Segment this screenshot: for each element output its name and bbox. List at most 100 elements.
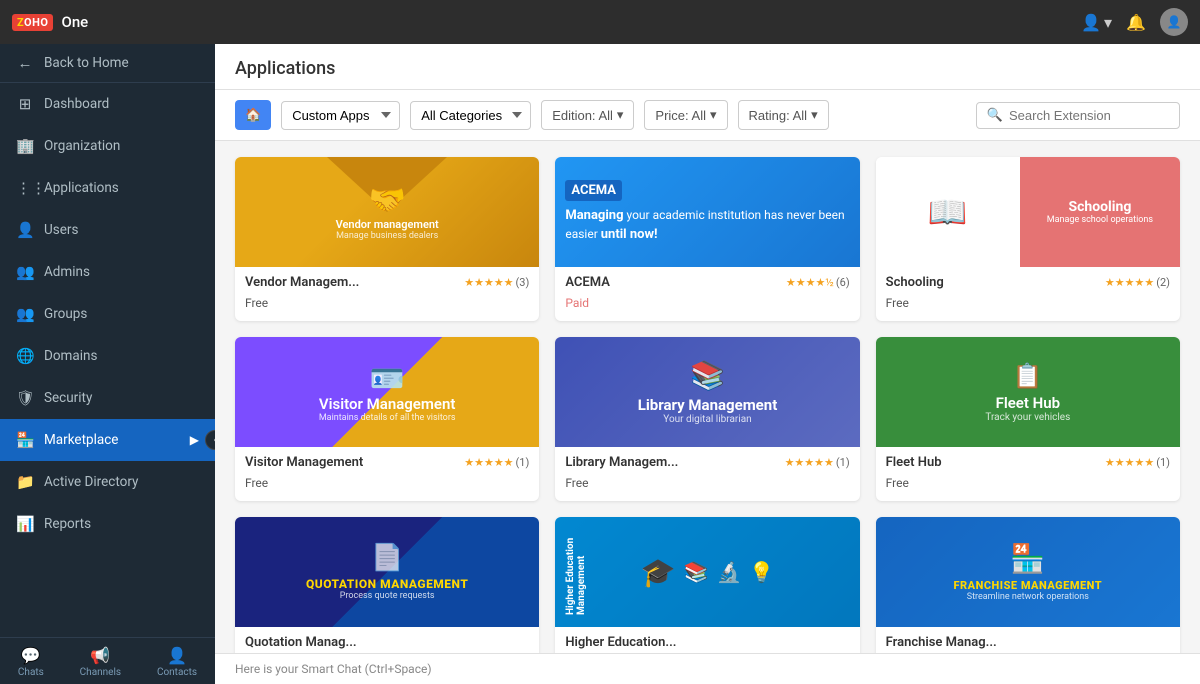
sidebar-item-organization[interactable]: 🏢 Organization [0,125,215,167]
sidebar-item-label: Applications [44,180,199,196]
content-header: Applications [215,44,1200,90]
rating-filter[interactable]: Rating: All ▾ [738,100,829,130]
higher-icon-3: 🔬 [716,560,741,584]
vendor-inner: 🤝 Vendor management Manage business deal… [235,157,539,267]
card-info: Quotation Manag... Free [235,627,539,653]
bell-icon: 🔔 [1126,13,1146,32]
card-title-row: Fleet Hub ★★★★★ (1) [886,455,1170,470]
card-fleet-image: 📋 Fleet Hub Track your vehicles [876,337,1180,447]
cards-grid: 🤝 Vendor management Manage business deal… [235,157,1180,653]
custom-apps-filter[interactable]: Custom Apps [281,101,400,130]
rating-dropdown-icon: ▾ [811,107,818,123]
card-franchise[interactable]: 🏪 FRANCHISE MANAGEMENT Streamline networ… [876,517,1180,653]
directory-icon: 📁 [16,473,34,491]
card-price: Free [886,296,909,310]
avatar[interactable]: 👤 [1160,8,1188,36]
rating-count: (2) [1156,276,1170,289]
sidebar-item-label: Security [44,390,199,406]
rating-count: (1) [836,456,850,469]
card-quotation[interactable]: 📄 QUOTATION MANAGEMENT Process quote req… [235,517,539,653]
card-visitor[interactable]: 🪪 Visitor Management Maintains details o… [235,337,539,501]
sidebar-item-label: Organization [44,138,199,154]
topbar-brand: ZOHO One [12,13,88,31]
sidebar-back[interactable]: ← Back to Home [0,44,215,83]
chats-label: Chats [18,667,44,678]
price-dropdown-icon: ▾ [710,107,717,123]
acema-inner: ACEMA Managing your academic institution… [555,170,859,253]
card-acema[interactable]: ACEMA Managing your academic institution… [555,157,859,321]
sidebar-item-reports[interactable]: 📊 Reports [0,503,215,545]
card-library[interactable]: 📚 Library Management Your digital librar… [555,337,859,501]
book-icon: 📖 [928,193,968,231]
visitor-inner: 🪪 Visitor Management Maintains details o… [235,337,539,447]
user-dropdown[interactable]: 👤 ▾ [1081,13,1112,32]
edition-filter[interactable]: Edition: All ▾ [541,100,634,130]
notification-bell[interactable]: 🔔 [1126,13,1146,32]
card-title: Library Managem... [565,455,678,470]
sidebar-item-security[interactable]: 🛡 Security [0,377,215,419]
library-icon: 📚 [690,359,725,392]
sidebar-item-marketplace[interactable]: 🏪 Marketplace ▶ ‹ [0,419,215,461]
sidebar-item-label: Active Directory [44,474,199,490]
schooling-title: Schooling [1069,199,1132,215]
card-price: Free [886,476,909,490]
bottom-nav-chats[interactable]: 💬 Chats [8,644,54,680]
card-title-row: ACEMA ★★★★½ (6) [565,275,849,290]
card-title: Higher Education... [565,635,676,650]
search-input[interactable] [1009,108,1169,123]
sidebar-item-users[interactable]: 👤 Users [0,209,215,251]
card-schooling[interactable]: 📖 Schooling Manage school operations Sch… [876,157,1180,321]
home-button[interactable]: 🏠 [235,100,271,130]
bottom-nav-contacts[interactable]: 👤 Contacts [147,644,207,680]
card-schooling-image: 📖 Schooling Manage school operations [876,157,1180,267]
card-vendor[interactable]: 🤝 Vendor management Manage business deal… [235,157,539,321]
card-price: Free [245,476,268,490]
price-label: Price: All [655,108,706,123]
card-title: Franchise Manag... [886,635,997,650]
stars: ★★★★★ [1105,456,1154,469]
collapse-btn[interactable]: ‹ [205,430,215,450]
sidebar-item-admins[interactable]: 👥 Admins [0,251,215,293]
user-icon: 👤 [1081,13,1101,32]
higher-icon-2: 📚 [684,560,709,584]
card-title: Fleet Hub [886,455,942,470]
sidebar-item-label: Users [44,222,199,238]
sidebar-item-dashboard[interactable]: ⊞ Dashboard [0,83,215,125]
quotation-icon: 📄 [371,543,403,573]
sidebar-item-domains[interactable]: 🌐 Domains [0,335,215,377]
categories-filter[interactable]: All Categories [410,101,531,130]
stars: ★★★★★ [785,456,834,469]
bottom-nav-channels[interactable]: 📢 Channels [70,644,131,680]
users-icon: 👤 [16,221,34,239]
library-inner: 📚 Library Management Your digital librar… [555,337,859,447]
card-title-row: Quotation Manag... [245,635,529,650]
card-higher[interactable]: Higher Education Management 🎓 📚 🔬 💡 High… [555,517,859,653]
library-title: Library Management [638,396,778,414]
rating-count: (3) [516,276,530,289]
main-layout: ← Back to Home ⊞ Dashboard 🏢 Organizatio… [0,44,1200,684]
vendor-icon: 🤝 [368,183,405,218]
sidebar-item-active-directory[interactable]: 📁 Active Directory [0,461,215,503]
card-library-image: 📚 Library Management Your digital librar… [555,337,859,447]
card-fleet[interactable]: 📋 Fleet Hub Track your vehicles Fleet Hu… [876,337,1180,501]
visitor-title: Visitor Management [319,395,455,413]
card-title: Quotation Manag... [245,635,357,650]
edition-dropdown-icon: ▾ [617,107,624,123]
sidebar-item-groups[interactable]: 👥 Groups [0,293,215,335]
library-subtitle: Your digital librarian [663,414,751,425]
apps-icon: ⋮⋮ [16,179,34,197]
card-quotation-image: 📄 QUOTATION MANAGEMENT Process quote req… [235,517,539,627]
topbar: ZOHO One 👤 ▾ 🔔 👤 [0,0,1200,44]
topbar-actions: 👤 ▾ 🔔 👤 [1081,8,1188,36]
card-info: Higher Education... Free [555,627,859,653]
smart-chat-bar[interactable]: Here is your Smart Chat (Ctrl+Space) [215,653,1200,684]
higher-icon-1: 🎓 [641,556,676,589]
avatar-initial: 👤 [1167,15,1182,29]
rating-count: (6) [836,276,850,289]
schooling-container: 📖 Schooling Manage school operations [876,157,1180,267]
back-arrow-icon: ← [16,54,34,72]
sidebar-back-label: Back to Home [44,55,199,71]
sidebar-item-applications[interactable]: ⋮⋮ Applications [0,167,215,209]
price-filter[interactable]: Price: All ▾ [644,100,727,130]
card-rating: ★★★★★ (1) [1105,456,1170,469]
